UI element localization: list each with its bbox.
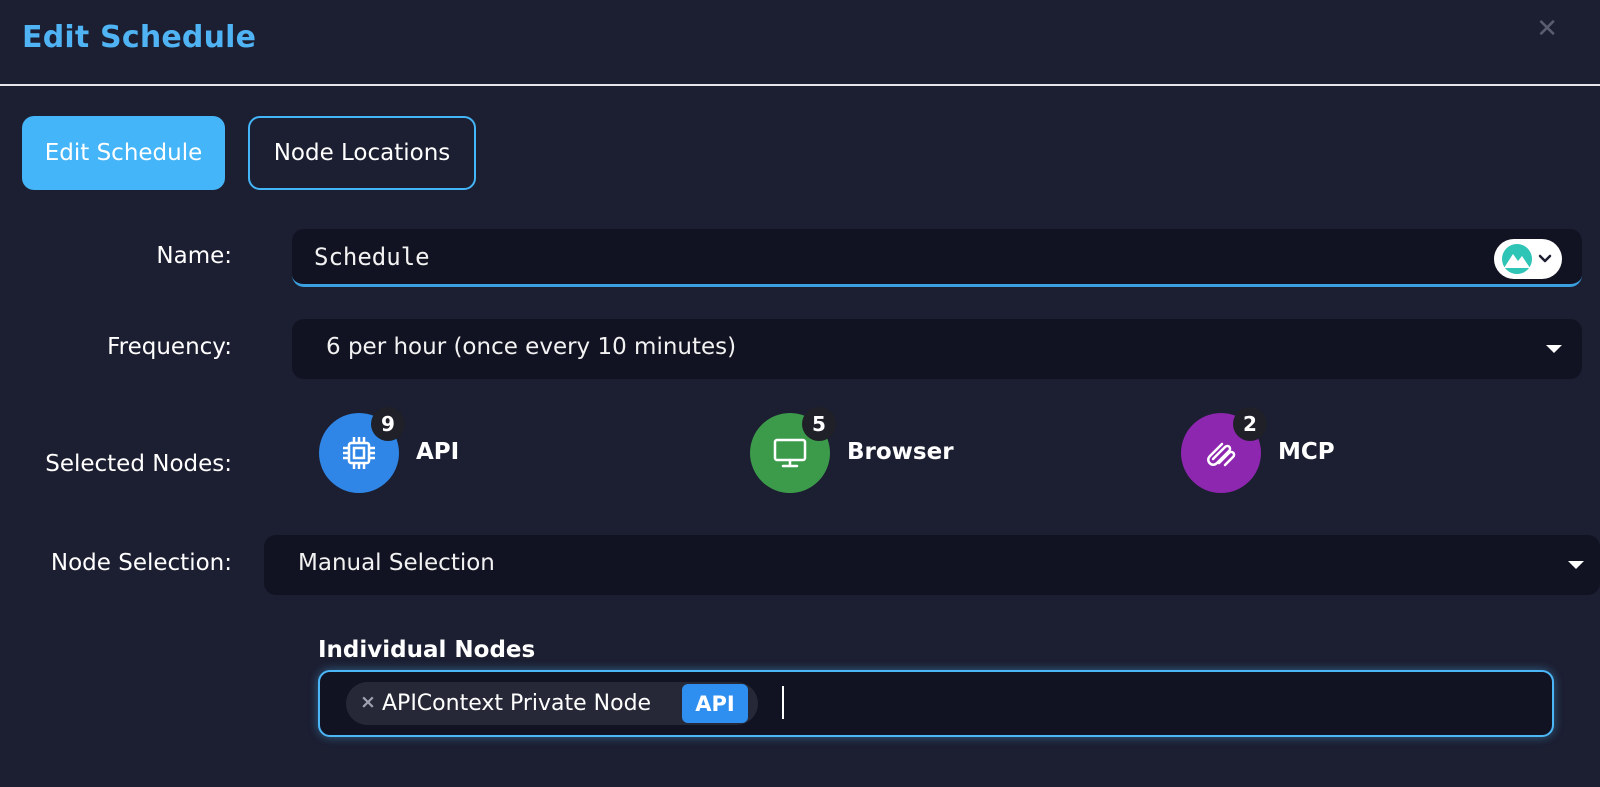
text-cursor <box>782 686 784 719</box>
node-selection-select[interactable]: Manual Selection <box>264 535 1600 595</box>
chevron-down-icon <box>1546 345 1562 353</box>
tab-node-locations[interactable]: Node Locations <box>248 116 476 190</box>
chip-type-tag: API <box>682 684 748 723</box>
name-value: Schedule <box>314 243 430 271</box>
extension-badge[interactable] <box>1494 239 1562 279</box>
dialog-header: Edit Schedule ✕ <box>0 0 1600 86</box>
chevron-down-icon <box>1568 561 1584 569</box>
tab-edit-schedule[interactable]: Edit Schedule <box>22 116 225 190</box>
api-node-label: API <box>416 439 460 465</box>
chip-label: APIContext Private Node <box>382 691 652 716</box>
individual-nodes-input[interactable]: × APIContext Private Node API <box>318 670 1554 737</box>
close-icon[interactable]: ✕ <box>1536 14 1558 44</box>
name-input[interactable]: Schedule <box>292 229 1582 287</box>
mountain-logo-icon <box>1502 244 1552 274</box>
individual-nodes-title: Individual Nodes <box>318 637 536 663</box>
frequency-label: Frequency: <box>107 334 232 360</box>
name-label: Name: <box>156 243 232 269</box>
dialog-title: Edit Schedule <box>22 20 257 55</box>
mcp-node-label: MCP <box>1278 439 1335 465</box>
node-selection-label: Node Selection: <box>50 550 232 576</box>
api-count-badge: 9 <box>371 407 405 441</box>
selected-nodes-label: Selected Nodes: <box>45 451 232 477</box>
frequency-select[interactable]: 6 per hour (once every 10 minutes) <box>292 319 1582 379</box>
remove-chip-icon[interactable]: × <box>360 691 376 713</box>
frequency-value: 6 per hour (once every 10 minutes) <box>326 334 737 360</box>
browser-node-label: Browser <box>847 439 954 465</box>
node-selection-value: Manual Selection <box>298 550 495 576</box>
node-chip: × APIContext Private Node API <box>346 682 758 725</box>
mcp-count-badge: 2 <box>1233 407 1267 441</box>
browser-count-badge: 5 <box>802 407 836 441</box>
